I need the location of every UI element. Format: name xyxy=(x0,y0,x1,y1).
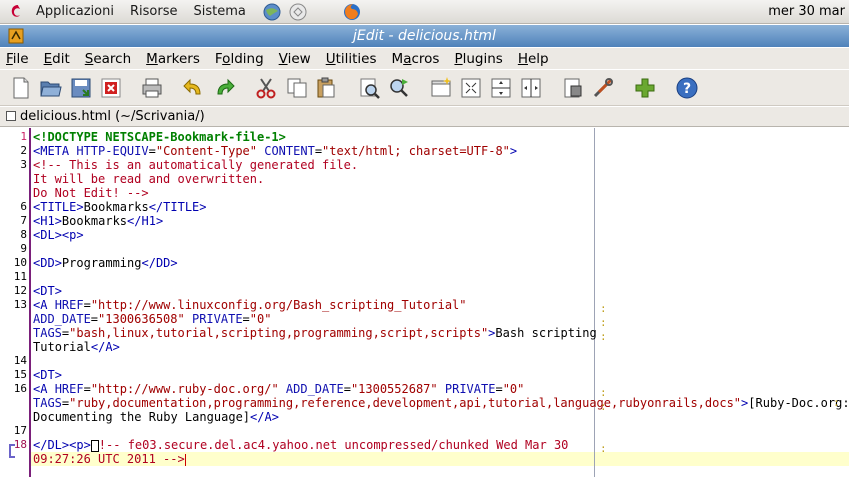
code-line[interactable]: ADD_DATE="1300636508" PRIVATE="0" xyxy=(33,312,271,326)
svg-text:?: ? xyxy=(683,81,691,97)
window-titlebar[interactable]: jEdit - delicious.html xyxy=(0,25,849,47)
soft-wrap-marker: : xyxy=(833,396,840,409)
line-number[interactable]: 12 xyxy=(0,284,27,297)
email-launcher-icon[interactable] xyxy=(288,2,308,22)
soft-wrap-marker: : xyxy=(600,316,607,329)
code-line[interactable]: <!-- This is an automatically generated … xyxy=(33,158,358,172)
menu-utilities[interactable]: Utilities xyxy=(324,51,379,67)
redo-icon[interactable] xyxy=(213,76,237,100)
line-number[interactable]: 6 xyxy=(0,200,27,213)
line-number[interactable]: 15 xyxy=(0,368,27,381)
menu-folding[interactable]: Folding xyxy=(213,51,266,67)
places-menu[interactable]: Risorse xyxy=(130,4,178,19)
code-line[interactable]: Tutorial</A> xyxy=(33,340,120,354)
menu-macros[interactable]: Macros xyxy=(390,51,442,67)
menu-edit[interactable]: Edit xyxy=(42,51,72,67)
soft-wrap-marker: : xyxy=(600,302,607,315)
line-number[interactable]: 10 xyxy=(0,256,27,269)
soft-wrap-marker: : xyxy=(600,330,607,343)
new-view-icon[interactable] xyxy=(429,76,453,100)
applications-menu[interactable]: Applicazioni xyxy=(36,4,114,19)
bracket-match-indicator xyxy=(9,444,15,458)
split-vertical-icon[interactable] xyxy=(519,76,543,100)
menu-search[interactable]: Search xyxy=(83,51,133,67)
paste-icon[interactable] xyxy=(314,76,338,100)
clock[interactable]: mer 30 mar xyxy=(768,4,845,19)
text-area[interactable]: 1 2 3 6 7 8 9 10 11 12 13 14 15 16 17 18 <!DOCTYPE NETS… xyxy=(0,128,849,477)
close-file-icon[interactable] xyxy=(99,76,123,100)
code-line[interactable]: TAGS="ruby,documentation,programming,ref… xyxy=(33,396,849,410)
buffer-name[interactable]: delicious.html (~/Scrivania/) xyxy=(20,109,205,124)
toolbar: ? xyxy=(0,70,849,106)
code-line[interactable]: <DD>Programming</DD> xyxy=(33,256,178,270)
wrap-guide xyxy=(594,128,595,477)
buffer-switcher[interactable]: delicious.html (~/Scrivania/) xyxy=(0,107,849,127)
web-browser-launcher-icon[interactable] xyxy=(262,2,282,22)
line-number[interactable]: 16 xyxy=(0,382,27,395)
soft-wrap-marker: : xyxy=(600,386,607,399)
code-line[interactable]: <A HREF="http://www.linuxconfig.org/Bash… xyxy=(33,298,467,312)
soft-wrap-marker: : xyxy=(600,442,607,455)
code-line[interactable]: Do Not Edit! --> xyxy=(33,186,149,200)
split-horizontal-icon[interactable] xyxy=(489,76,513,100)
window-title: jEdit - delicious.html xyxy=(353,28,496,44)
cut-icon[interactable] xyxy=(254,76,278,100)
copy-icon[interactable] xyxy=(285,76,309,100)
code-line[interactable]: Documenting the Ruby Language]</A> xyxy=(33,410,279,424)
soft-wrap-marker: : xyxy=(600,400,607,413)
unsplit-icon[interactable] xyxy=(459,76,483,100)
line-number[interactable]: 7 xyxy=(0,214,27,227)
undo-icon[interactable] xyxy=(181,76,205,100)
buffer-options-icon[interactable] xyxy=(561,76,585,100)
code-line[interactable]: <A HREF="http://www.ruby-doc.org/" ADD_D… xyxy=(33,382,524,396)
code-line[interactable]: <TITLE>Bookmarks</TITLE> xyxy=(33,200,207,214)
system-menu[interactable]: Sistema xyxy=(193,4,245,19)
line-number[interactable]: 9 xyxy=(0,242,27,255)
line-number[interactable]: 17 xyxy=(0,424,27,437)
find-icon[interactable] xyxy=(358,76,382,100)
line-number[interactable]: 1 xyxy=(0,130,27,143)
firefox-launcher-icon[interactable] xyxy=(342,2,362,22)
plugin-manager-icon[interactable] xyxy=(633,76,657,100)
global-options-icon[interactable] xyxy=(591,76,615,100)
gutter-border xyxy=(29,128,31,477)
debian-logo-icon[interactable] xyxy=(10,4,24,20)
line-number[interactable]: 2 xyxy=(0,144,27,157)
gutter[interactable]: 1 2 3 6 7 8 9 10 11 12 13 14 15 16 17 18 xyxy=(0,128,31,477)
line-number[interactable]: 13 xyxy=(0,298,27,311)
menu-bar: File Edit Search Markers Folding View Ut… xyxy=(0,48,849,69)
code-line[interactable]: <DL><p> xyxy=(33,228,84,242)
code-line[interactable]: <META HTTP-EQUIV="Content-Type" CONTENT=… xyxy=(33,144,517,158)
buffer-modified-indicator xyxy=(6,111,16,121)
menu-view[interactable]: View xyxy=(277,51,313,67)
find-next-icon[interactable] xyxy=(387,76,411,100)
help-icon[interactable]: ? xyxy=(675,76,699,100)
open-file-icon[interactable] xyxy=(39,76,63,100)
line-number[interactable]: 8 xyxy=(0,228,27,241)
code-line[interactable]: <DT> xyxy=(33,368,62,382)
menu-file[interactable]: File xyxy=(4,51,31,67)
code-line[interactable]: <H1>Bookmarks</H1> xyxy=(33,214,163,228)
line-number[interactable]: 14 xyxy=(0,354,27,367)
code-line[interactable]: <!DOCTYPE NETSCAPE-Bookmark-file-1> xyxy=(33,130,286,144)
menu-help[interactable]: Help xyxy=(516,51,551,67)
print-icon[interactable] xyxy=(140,76,164,100)
code-line[interactable]: 09:27:26 UTC 2011 --> xyxy=(33,452,186,466)
code-line[interactable]: </DL><p> !-- fe03.secure.del.ac4.yahoo.ne… xyxy=(33,438,568,452)
line-number[interactable]: 3 xyxy=(0,158,27,171)
line-number[interactable]: 11 xyxy=(0,270,27,283)
code-line[interactable]: <DT> xyxy=(33,284,62,298)
menu-markers[interactable]: Markers xyxy=(144,51,202,67)
top-panel: Applicazioni Risorse Sistema mer 30 mar xyxy=(0,0,849,24)
code-line[interactable]: It will be read and overwritten. xyxy=(33,172,264,186)
menu-plugins[interactable]: Plugins xyxy=(452,51,504,67)
new-file-icon[interactable] xyxy=(9,76,33,100)
save-file-icon[interactable] xyxy=(69,76,93,100)
code-line[interactable]: TAGS="bash,linux,tutorial,scripting,prog… xyxy=(33,326,597,340)
